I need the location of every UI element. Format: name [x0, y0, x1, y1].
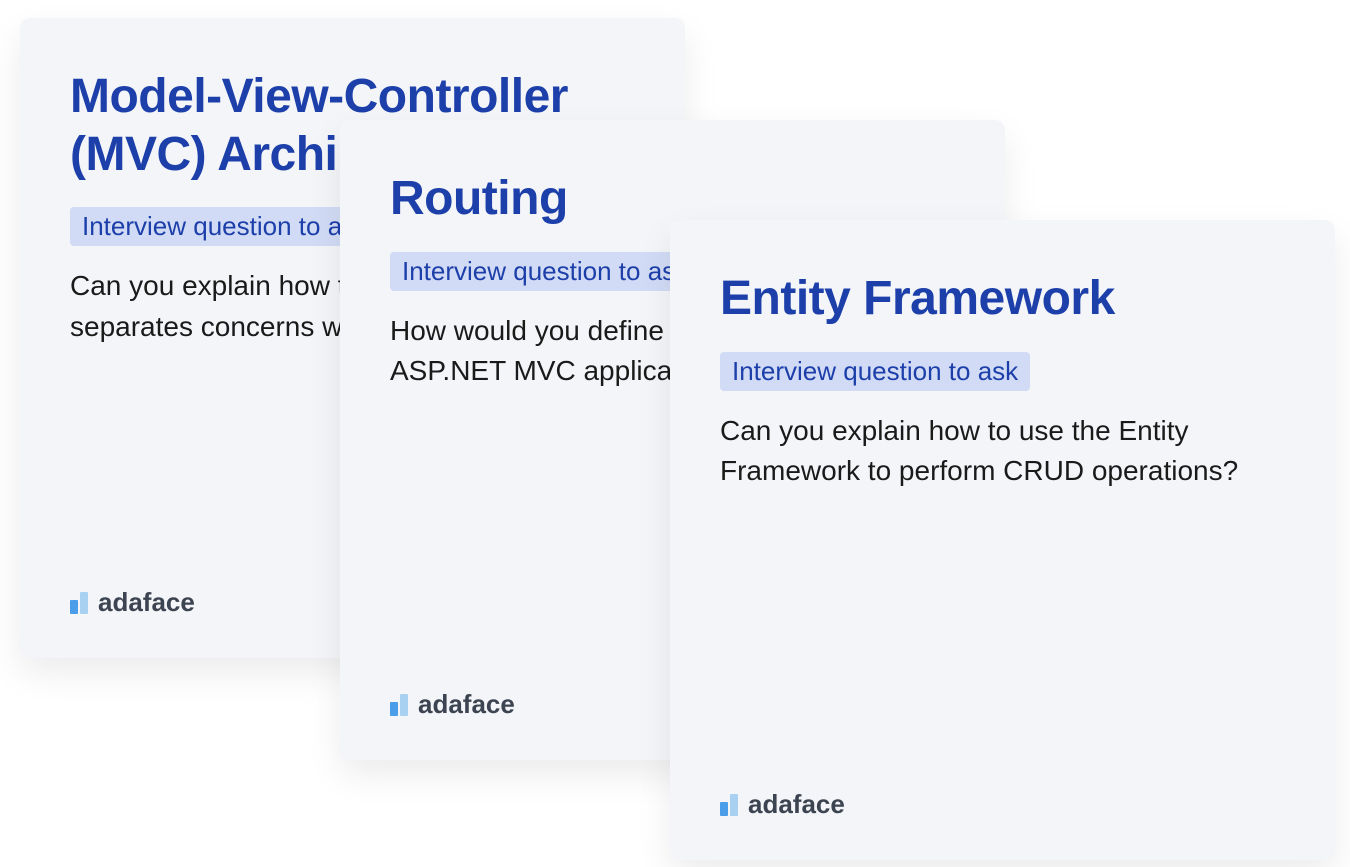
logo-icon: [70, 592, 88, 614]
brand-logo: adaface: [70, 587, 195, 618]
interview-badge: Interview question to ask: [720, 352, 1030, 391]
card-title: Entity Framework: [720, 270, 1285, 328]
brand-name: adaface: [748, 789, 845, 820]
logo-icon: [390, 694, 408, 716]
interview-badge: Interview question to ask: [390, 252, 700, 291]
brand-logo: adaface: [390, 689, 515, 720]
brand-name: adaface: [98, 587, 195, 618]
card-title: Routing: [390, 170, 955, 228]
logo-icon: [720, 794, 738, 816]
interview-badge: Interview question to ask: [70, 207, 380, 246]
brand-logo: adaface: [720, 789, 845, 820]
interview-question: Can you explain how to use the Entity Fr…: [720, 411, 1285, 492]
brand-name: adaface: [418, 689, 515, 720]
interview-card-3: Entity Framework Interview question to a…: [670, 220, 1335, 860]
